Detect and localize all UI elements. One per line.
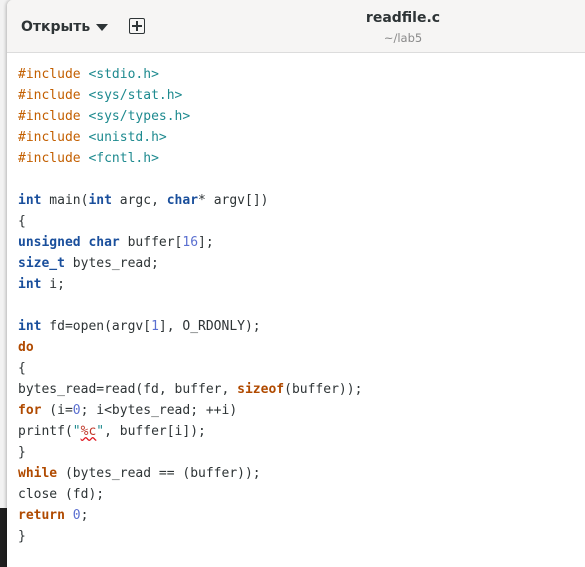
code-token: ], O_RDONLY); — [158, 319, 261, 334]
code-token: do — [18, 340, 34, 355]
code-token: #include — [18, 109, 81, 124]
code-token: sizeof — [237, 382, 285, 397]
code-token: ]; — [198, 235, 214, 250]
code-token: { — [18, 214, 26, 229]
code-token: int — [18, 193, 42, 208]
code-token: main( — [41, 193, 89, 208]
code-token: <fcntl.h> — [88, 151, 159, 166]
code-line: size_t bytes_read; — [18, 253, 362, 274]
background-text — [0, 60, 5, 68]
code-line: int i; — [18, 274, 362, 295]
code-token: <sys/stat.h> — [88, 88, 183, 103]
code-token: 0 — [72, 403, 81, 418]
code-text[interactable]: #include <stdio.h> #include <sys/stat.h> #… — [18, 64, 362, 547]
code-token: 0 — [72, 508, 81, 523]
code-line: while (bytes_read == (buffer)); — [18, 463, 362, 484]
editor-window: Открыть readfile.c ~/lab5 #include <stdi… — [7, 0, 585, 567]
background-text — [0, 100, 5, 108]
code-token: bytes_read=read(fd, buffer, — [18, 382, 238, 397]
code-token: , buffer[i]); — [104, 424, 206, 439]
code-token: } — [18, 529, 26, 544]
code-token: printf( — [18, 424, 73, 439]
code-token: bytes_read; — [64, 256, 159, 271]
code-token: argc, — [111, 193, 167, 208]
code-token: " — [72, 424, 81, 439]
code-line: { — [18, 211, 362, 232]
code-line: for (i=0; i<bytes_read; ++i) — [18, 400, 362, 421]
new-tab-button[interactable] — [129, 18, 145, 34]
file-path: ~/lab5 — [383, 31, 423, 45]
code-token: 16 — [182, 235, 199, 250]
code-line: close (fd); — [18, 484, 362, 505]
code-token: #include — [18, 88, 81, 103]
code-line: #include <unistd.h> — [18, 127, 362, 148]
code-token: char — [166, 193, 199, 208]
code-token: (bytes_read == (buffer)); — [57, 466, 261, 481]
code-line: do — [18, 337, 362, 358]
code-line: #include <sys/types.h> — [18, 106, 362, 127]
code-token: for — [18, 403, 42, 418]
code-token: #include — [18, 130, 81, 145]
code-line: } — [18, 442, 362, 463]
code-token: 1 — [151, 319, 159, 334]
code-token: { — [18, 361, 26, 376]
code-token: } — [18, 445, 26, 460]
code-line: unsigned char buffer[16]; — [18, 232, 362, 253]
code-token: int — [18, 277, 42, 292]
code-token: char — [88, 235, 120, 250]
code-token: ; i<bytes_read; ++i) — [80, 403, 238, 418]
code-token: " — [96, 424, 105, 439]
code-token: #include — [18, 151, 81, 166]
background-text — [0, 380, 5, 388]
code-line: return 0; — [18, 505, 362, 526]
code-token: int — [88, 193, 112, 208]
background-text — [0, 290, 5, 298]
code-line: #include <sys/stat.h> — [18, 85, 362, 106]
open-button[interactable]: Открыть — [13, 12, 116, 42]
code-token: <stdio.h> — [88, 67, 159, 82]
code-line: int fd=open(argv[1], O_RDONLY); — [18, 316, 362, 337]
code-token: <unistd.h> — [88, 130, 167, 145]
code-line: #include <fcntl.h> — [18, 148, 362, 169]
code-token: buffer[ — [119, 235, 183, 250]
background-text — [0, 20, 5, 28]
code-line: int main(int argc, char* argv[]) — [18, 190, 362, 211]
code-token: return — [18, 508, 65, 523]
code-token: #include — [18, 67, 81, 82]
chevron-down-icon — [96, 23, 109, 31]
code-line: } — [18, 526, 362, 547]
header-bar: Открыть readfile.c ~/lab5 — [7, 0, 585, 53]
open-button-label: Открыть — [21, 19, 91, 35]
code-line: printf("%c", buffer[i]); — [18, 421, 362, 442]
code-line: #include <stdio.h> — [18, 64, 362, 85]
code-token: size_t — [18, 256, 65, 271]
code-token: unsigned — [18, 235, 81, 250]
code-token: fd=open(argv[ — [41, 319, 152, 334]
code-token: (buffer)); — [284, 382, 363, 397]
file-title: readfile.c — [365, 10, 441, 26]
code-line: bytes_read=read(fd, buffer, sizeof(buffe… — [18, 379, 362, 400]
code-token: while — [18, 466, 58, 481]
code-token: (i= — [41, 403, 73, 418]
code-token: %c — [80, 424, 97, 439]
code-token: int — [18, 319, 42, 334]
background-text — [0, 210, 5, 218]
code-line: { — [18, 358, 362, 379]
code-token: ; — [80, 508, 89, 523]
code-token: * argv[]) — [198, 193, 269, 208]
code-token: i; — [41, 277, 65, 292]
code-token: <sys/types.h> — [88, 109, 191, 124]
code-editor[interactable]: #include <stdio.h> #include <sys/stat.h> #… — [7, 53, 585, 567]
code-token: close (fd); — [18, 487, 105, 502]
background-text — [0, 150, 5, 158]
